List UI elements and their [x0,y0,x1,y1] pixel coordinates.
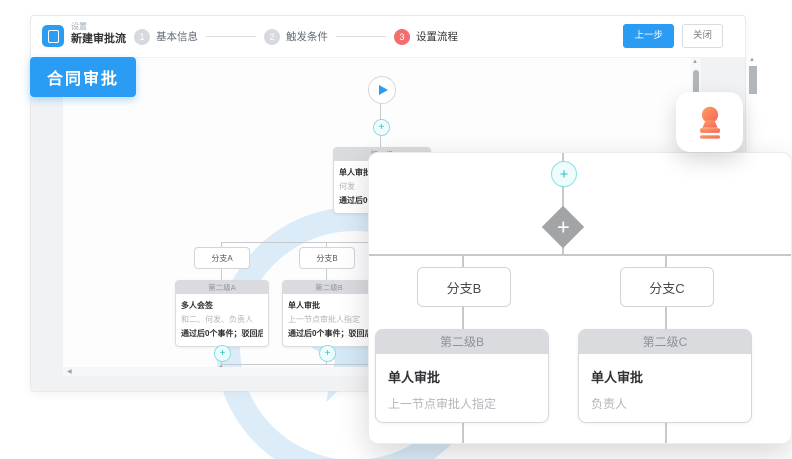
step-label: 触发条件 [286,29,328,44]
connector-line [665,254,667,267]
card-header: 第二级C [579,330,751,354]
approval-card-level2c[interactable]: 第二级C 单人审批 负责人 通过后0个事件；驳回后0个事件 [578,329,752,423]
step-basic-info[interactable]: 1 基本信息 [134,29,198,45]
start-node[interactable] [368,76,396,104]
step-label: 基本信息 [156,29,198,44]
approver: 负责人 [591,395,739,412]
close-button[interactable]: 关闭 [682,24,723,48]
step-connector [206,36,256,37]
step-set-process[interactable]: 3 设置流程 [394,29,458,45]
zoom-preview-panel: + + 分支B 分支C 第二级B 单人审批 上一节点审批人指定 通过后0个事件；… [368,152,792,444]
approver: 和二、何发、负责人 [181,314,263,325]
approver: 上一节点审批人指定 [388,395,536,412]
step-trigger-condition[interactable]: 2 触发条件 [264,29,328,45]
approval-type: 单人审批 [591,367,739,386]
approval-card-level2a[interactable]: 第二级A 多人会签 和二、何发、负责人 通过后0个事件；驳回后0个事件 [175,280,269,347]
plus-icon: + [557,216,570,238]
events-summary: 通过后0个事件；驳回后0个事件 [288,328,370,339]
approval-card-level2b[interactable]: 第二级B 单人审批 上一节点审批人指定 通过后0个事件；驳回后0个事件 [375,329,549,423]
step-label: 设置流程 [416,29,458,44]
connector-line [665,421,667,443]
branch-label: 分支B [316,253,337,264]
step-number-badge: 1 [134,29,150,45]
condition-gateway-node[interactable]: + [542,206,584,248]
card-header: 第二级A [176,281,268,294]
connector-line [462,421,464,443]
approver: 上一节点审批人指定 [288,314,370,325]
add-node-button[interactable]: + [214,345,231,362]
scroll-up-icon[interactable]: ▲ [749,57,755,63]
connector-line [462,305,464,329]
plus-icon: + [560,166,569,183]
branch-node-b[interactable]: 分支B [417,267,511,307]
branch-label: 分支A [211,253,232,264]
events-summary: 通过后0个事件；驳回后0个事件 [591,421,739,423]
plus-icon: + [325,348,331,359]
connector-line [665,305,667,329]
scrollbar-thumb[interactable] [749,66,757,94]
scroll-up-icon[interactable]: ▲ [692,59,698,65]
play-icon [379,85,388,95]
add-node-button[interactable]: + [319,345,336,362]
plus-icon: + [220,348,226,359]
connector-line [369,254,791,256]
app-meta: 设置 新建审批流 [71,22,126,46]
card-header: 第二级B [376,330,548,354]
add-node-button[interactable]: + [551,161,577,187]
page-title: 新建审批流 [71,33,126,46]
document-icon [48,30,59,43]
step-number-badge: 2 [264,29,280,45]
card-header: 第二级B [283,281,375,294]
page-scrollbar-fragment[interactable]: ▲ [748,57,758,97]
previous-step-button[interactable]: 上一步 [623,24,674,48]
events-summary: 通过后0个事件；驳回后0个事件 [388,421,536,423]
connector-line [221,242,371,243]
plus-icon: + [379,122,385,133]
approval-type: 单人审批 [388,367,536,386]
step-number-badge: 3 [394,29,410,45]
approval-type: 单人审批 [288,300,370,311]
stamp-app-card [676,92,743,152]
branch-label: 分支B [447,278,482,297]
app-label: 设置 [71,22,126,32]
header-buttons: 上一步 关闭 [623,24,723,48]
branch-node-c[interactable]: 分支C [620,267,714,307]
scroll-left-icon[interactable]: ◀ [67,368,72,375]
connector-line [221,364,371,365]
branch-label: 分支C [649,278,684,297]
approval-type: 多人会签 [181,300,263,311]
branch-node-b[interactable]: 分支B [299,247,355,269]
app-icon [42,25,64,47]
step-indicator: 1 基本信息 2 触发条件 3 设置流程 [134,16,458,57]
flow-name-tag: 合同审批 [30,57,136,97]
step-connector [336,36,386,37]
approval-card-level2b[interactable]: 第二级B 单人审批 上一节点审批人指定 通过后0个事件；驳回后0个事件 [282,280,376,347]
add-node-button[interactable]: + [373,119,390,136]
window-header: 设置 新建审批流 1 基本信息 2 触发条件 3 设置流程 上一步 关闭 [31,16,745,58]
stamp-icon [691,103,729,141]
events-summary: 通过后0个事件；驳回后0个事件 [181,328,263,339]
branch-node-a[interactable]: 分支A [194,247,250,269]
connector-line [462,254,464,267]
